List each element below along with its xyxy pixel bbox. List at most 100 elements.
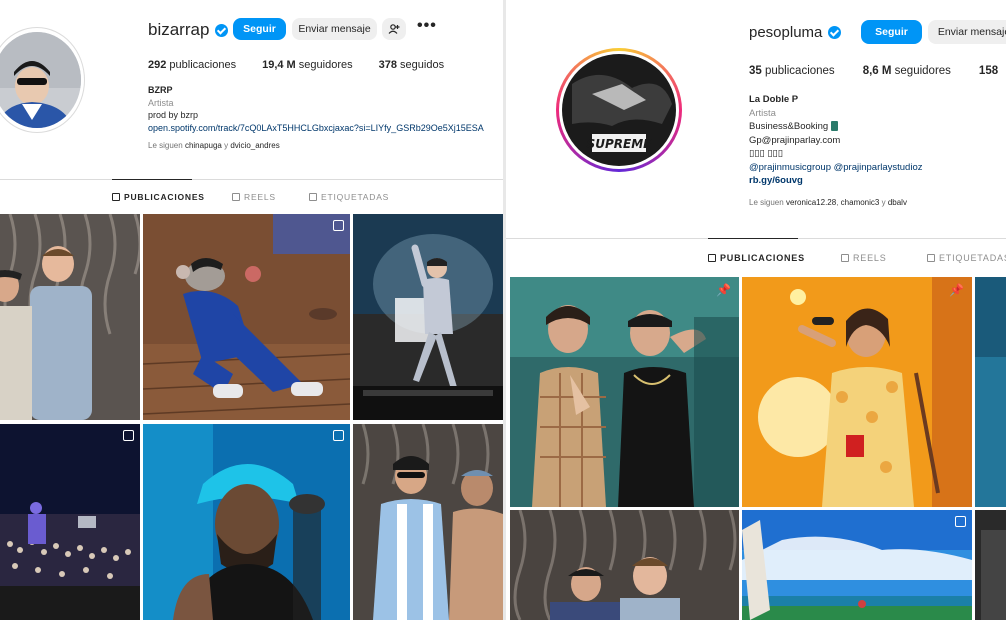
post-image (353, 424, 503, 620)
post-image (975, 277, 1006, 507)
tab-reels[interactable]: REELS (232, 192, 276, 202)
profile-right: SUPREME pesopluma Seguir Enviar mensaje … (506, 0, 1006, 620)
active-tab-indicator (112, 179, 192, 180)
follow-button[interactable]: Seguir (233, 18, 286, 40)
post-image (742, 510, 972, 620)
bio: La Doble P Artista Business&Booking Gp@p… (749, 93, 1006, 188)
post-thumbnail[interactable] (143, 214, 350, 420)
username-text: bizarrap (148, 20, 210, 39)
post-thumbnail[interactable] (143, 424, 350, 620)
followed-by-joiner: y (224, 141, 229, 150)
bio-category: Artista (749, 107, 776, 119)
followed-by-user[interactable]: dvicio_andres (230, 141, 279, 150)
post-image (0, 424, 140, 620)
followed-by-prefix: Le siguen (148, 141, 183, 150)
post-image (742, 277, 972, 507)
reels-icon (232, 193, 240, 201)
tagged-icon (927, 254, 935, 262)
avatar-image (0, 32, 81, 128)
post-thumbnail[interactable] (975, 277, 1006, 507)
post-thumbnail[interactable] (742, 510, 972, 620)
send-message-button[interactable]: Enviar mensaje (928, 20, 1006, 44)
followed-by-user[interactable]: veronica12.28 (786, 198, 836, 207)
post-image (143, 424, 350, 620)
post-image (143, 214, 350, 420)
post-thumbnail[interactable] (510, 510, 739, 620)
followed-by-user[interactable]: chamonic3 (841, 198, 880, 207)
following-count[interactable]: 158 (979, 65, 998, 77)
tab-tagged[interactable]: ETIQUETADAS (927, 253, 1006, 263)
bio-name: BZRP (148, 85, 173, 95)
profile-left: bizarrap Seguir Enviar mensaje ••• 292 p… (0, 0, 503, 620)
bio-line: Gp@prajinparlay.com (749, 134, 841, 146)
followed-by-joiner: , (836, 198, 839, 207)
send-message-button[interactable]: Enviar mensaje (292, 18, 377, 40)
post-thumbnail[interactable] (0, 214, 140, 420)
tab-label: PUBLICACIONES (124, 192, 205, 202)
bio: BZRP Artista prod by bzrp open.spotify.c… (148, 84, 498, 134)
tagged-icon (309, 193, 317, 201)
reel-icon (333, 430, 344, 441)
bio-line: prod by bzrp (148, 110, 199, 120)
followed-by[interactable]: Le siguen veronica12.28, chamonic3 y dba… (749, 198, 907, 207)
post-image (353, 214, 503, 420)
pinned-icon: 📌 (949, 283, 964, 297)
followed-by-prefix: Le siguen (749, 198, 784, 207)
bio-link[interactable]: rb.gy/6ouvg (749, 174, 1006, 188)
post-image (975, 510, 1006, 620)
grid-icon (112, 193, 120, 201)
profile-stats: 292 publicaciones 19,4 M seguidores 378 … (148, 59, 444, 71)
followed-by-user[interactable]: dbalv (888, 198, 907, 207)
tabs-divider (0, 179, 503, 180)
tab-reels[interactable]: REELS (841, 253, 887, 263)
post-thumbnail[interactable] (0, 424, 140, 620)
reel-icon (333, 220, 344, 231)
post-thumbnail[interactable]: 📌 (742, 277, 972, 507)
following-count[interactable]: 378 seguidos (379, 59, 444, 71)
username: bizarrap (148, 20, 229, 40)
followers-count[interactable]: 19,4 M seguidores (262, 59, 353, 71)
post-thumbnail[interactable]: 📌 (510, 277, 739, 507)
bio-line: ▯▯▯ ▯▯▯ (749, 148, 784, 159)
followed-by-user[interactable]: chinapuga (185, 141, 222, 150)
carousel-icon (955, 516, 966, 527)
phone-icon (830, 121, 838, 132)
tab-posts[interactable]: PUBLICACIONES (708, 253, 805, 263)
more-options-icon[interactable]: ••• (417, 17, 437, 35)
tab-posts[interactable]: PUBLICACIONES (112, 192, 205, 202)
reels-icon (841, 254, 849, 262)
tab-label: REELS (244, 192, 276, 202)
tab-label: ETIQUETADAS (939, 253, 1006, 263)
tab-tagged[interactable]: ETIQUETADAS (309, 192, 389, 202)
username: pesopluma (749, 24, 842, 41)
followed-by-joiner: y (881, 198, 886, 207)
active-tab-indicator (708, 238, 798, 239)
bio-line-text: Business&Booking (749, 121, 829, 132)
posts-count: 292 publicaciones (148, 59, 237, 71)
verified-badge-icon (215, 23, 229, 37)
bio-mentions[interactable]: @prajinmusicgroup @prajinparlaystudioz (749, 161, 1006, 175)
follow-button[interactable]: Seguir (861, 20, 922, 44)
avatar[interactable]: SUPREME (556, 48, 682, 172)
bio-category: Artista (148, 97, 174, 108)
tab-label: REELS (853, 253, 887, 263)
bio-name: La Doble P (749, 94, 799, 105)
post-thumbnail[interactable] (353, 214, 503, 420)
verified-badge-icon (828, 26, 842, 39)
posts-count: 35 publicaciones (749, 65, 835, 77)
followed-by[interactable]: Le siguen chinapuga y dvicio_andres (148, 141, 280, 150)
post-image (510, 510, 739, 620)
username-text: pesopluma (749, 24, 823, 41)
post-thumbnail[interactable] (975, 510, 1006, 620)
carousel-icon (123, 430, 134, 441)
suggested-users-button[interactable] (382, 18, 406, 40)
avatar-inner: SUPREME (559, 51, 679, 169)
bio-line: Business&Booking (749, 120, 1006, 134)
avatar-logo-text: SUPREME (587, 137, 653, 151)
tab-label: PUBLICACIONES (720, 253, 805, 263)
bio-link[interactable]: open.spotify.com/track/7cQ0LAxT5HHCLGbxc… (148, 122, 498, 135)
avatar[interactable] (0, 28, 84, 132)
followers-count[interactable]: 8,6 M seguidores (863, 65, 951, 77)
post-thumbnail[interactable] (353, 424, 503, 620)
tab-label: ETIQUETADAS (321, 192, 390, 202)
